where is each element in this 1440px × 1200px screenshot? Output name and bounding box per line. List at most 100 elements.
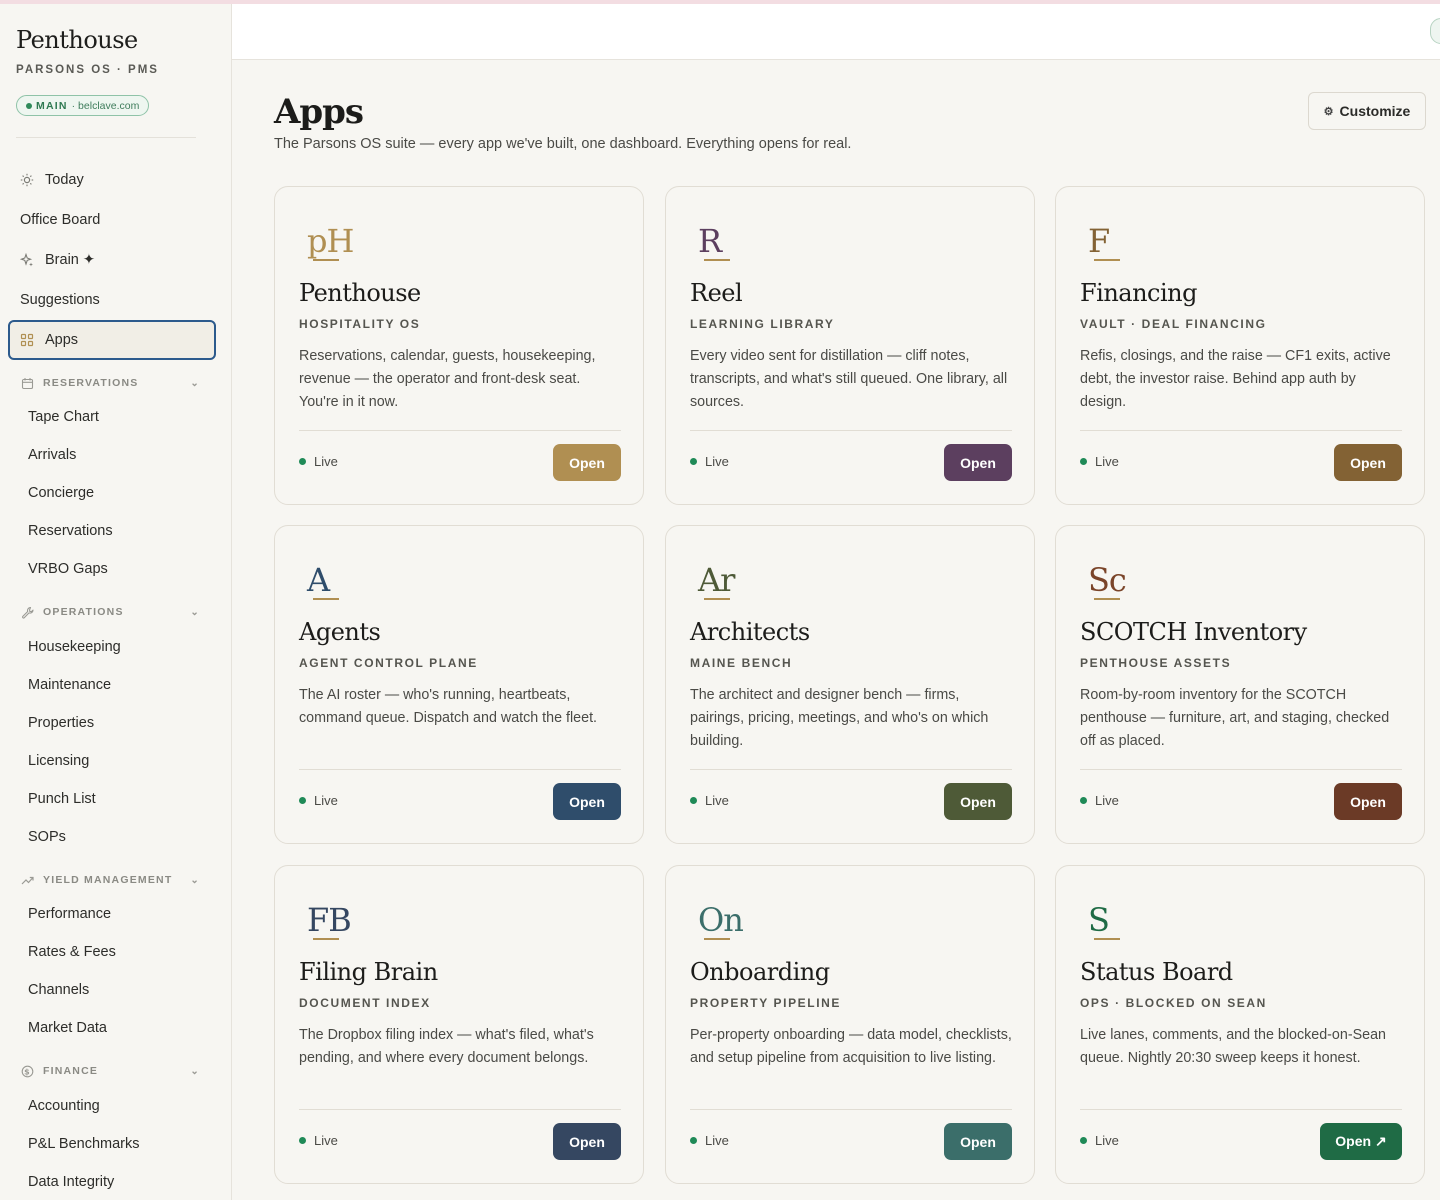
app-card[interactable]: S Status Board OPS · BLOCKED ON SEAN Live l… bbox=[1055, 865, 1425, 1184]
sidebar-item-brain[interactable]: Brain ✦ bbox=[8, 242, 216, 278]
section-title: OPERATIONS bbox=[43, 606, 124, 618]
live-dot-icon bbox=[1080, 797, 1087, 804]
status-label: Live bbox=[314, 454, 338, 469]
app-kicker: VAULT · DEAL FINANCING bbox=[1080, 317, 1267, 331]
sidebar-item-vrbo-gaps[interactable]: VRBO Gaps bbox=[28, 558, 108, 580]
sidebar-item-arrivals[interactable]: Arrivals bbox=[28, 444, 76, 466]
monogram-underline bbox=[313, 938, 339, 940]
status-badge: Live bbox=[690, 793, 729, 808]
status-label: Live bbox=[705, 1133, 729, 1148]
sidebar-item-pl-benchmarks[interactable]: P&L Benchmarks bbox=[28, 1133, 139, 1155]
status-label: Live bbox=[705, 793, 729, 808]
open-app-button[interactable]: Open bbox=[944, 1123, 1012, 1160]
app-card[interactable]: Ar Architects MAINE BENCH The architect and… bbox=[665, 525, 1035, 844]
sidebar-item-office-board[interactable]: Office Board bbox=[8, 202, 216, 238]
svg-text:$: $ bbox=[24, 1067, 31, 1076]
chevron-down-icon: ⌄ bbox=[190, 377, 200, 389]
open-app-button[interactable]: Open bbox=[553, 1123, 621, 1160]
status-label: Live bbox=[1095, 454, 1119, 469]
sidebar-item-licensing[interactable]: Licensing bbox=[28, 750, 89, 772]
sidebar-item-reservations[interactable]: Reservations bbox=[28, 520, 113, 542]
monogram-underline bbox=[313, 259, 339, 261]
sidebar-item-data-integrity[interactable]: Data Integrity bbox=[28, 1171, 114, 1193]
card-divider bbox=[299, 1109, 621, 1110]
app-card[interactable]: On Onboarding PROPERTY PIPELINE Per-propert… bbox=[665, 865, 1035, 1184]
app-title: Penthouse bbox=[299, 279, 421, 307]
monogram-underline bbox=[1094, 598, 1120, 600]
sidebar-item-tape-chart[interactable]: Tape Chart bbox=[28, 406, 99, 428]
app-card[interactable]: Sc SCOTCH Inventory PENTHOUSE ASSETS Room-b… bbox=[1055, 525, 1425, 844]
customize-button[interactable]: ⚙ Customize bbox=[1308, 92, 1426, 130]
sidebar-item-housekeeping[interactable]: Housekeeping bbox=[28, 636, 121, 658]
sidebar-item-sops[interactable]: SOPs bbox=[28, 826, 66, 848]
chevron-down-icon: ⌄ bbox=[190, 606, 200, 618]
app-kicker: HOSPITALITY OS bbox=[299, 317, 421, 331]
main-content: Apps The Parsons OS suite — every app we… bbox=[232, 60, 1440, 1200]
open-app-button[interactable]: Open bbox=[553, 783, 621, 820]
app-monogram-logo: F bbox=[1088, 222, 1110, 260]
app-card[interactable]: pH Penthouse HOSPITALITY OS Reservations, c… bbox=[274, 186, 644, 505]
sidebar-item-performance[interactable]: Performance bbox=[28, 903, 111, 925]
app-card[interactable]: FB Filing Brain DOCUMENT INDEX The Dropbox … bbox=[274, 865, 644, 1184]
sidebar-item-suggestions[interactable]: Suggestions bbox=[8, 282, 216, 318]
sidebar-item-label: Suggestions bbox=[20, 292, 100, 308]
app-card[interactable]: F Financing VAULT · DEAL FINANCING Refis, c… bbox=[1055, 186, 1425, 505]
monogram-underline bbox=[704, 259, 730, 261]
sidebar-item-label: Today bbox=[45, 172, 84, 188]
open-app-button[interactable]: Open ↗ bbox=[1320, 1123, 1402, 1160]
section-title: FINANCE bbox=[43, 1065, 99, 1077]
app-title: Financing bbox=[1080, 279, 1198, 307]
sidebar-item-today[interactable]: Today bbox=[8, 162, 216, 198]
live-dot-icon bbox=[1080, 458, 1087, 465]
app-card[interactable]: R Reel LEARNING LIBRARY Every video sent fo… bbox=[665, 186, 1035, 505]
monogram-underline bbox=[704, 598, 730, 600]
environment-badge[interactable]: MAIN · belclave.com bbox=[16, 95, 150, 116]
open-app-button[interactable]: Open bbox=[1334, 444, 1402, 481]
app-title: Filing Brain bbox=[299, 958, 438, 986]
app-title: SCOTCH Inventory bbox=[1080, 618, 1307, 646]
sidebar-item-accounting[interactable]: Accounting bbox=[28, 1095, 100, 1117]
app-title: Reel bbox=[690, 279, 743, 307]
monogram-underline bbox=[704, 938, 730, 940]
sidebar-item-punch-list[interactable]: Punch List bbox=[28, 788, 96, 810]
app-kicker: PENTHOUSE ASSETS bbox=[1080, 656, 1232, 670]
open-app-button[interactable]: Open bbox=[1334, 783, 1402, 820]
status-badge: Live bbox=[299, 793, 338, 808]
app-kicker: AGENT CONTROL PLANE bbox=[299, 656, 478, 670]
status-badge: Live bbox=[690, 1133, 729, 1148]
open-app-button[interactable]: Open bbox=[553, 444, 621, 481]
app-title: Onboarding bbox=[690, 958, 830, 986]
app-monogram-logo: A bbox=[307, 561, 330, 599]
status-label: Live bbox=[314, 793, 338, 808]
sidebar-item-rates-fees[interactable]: Rates & Fees bbox=[28, 941, 116, 963]
live-dot-icon bbox=[299, 1137, 306, 1144]
sidebar-item-properties[interactable]: Properties bbox=[28, 712, 94, 734]
app-kicker: LEARNING LIBRARY bbox=[690, 317, 835, 331]
sidebar-item-concierge[interactable]: Concierge bbox=[28, 482, 94, 504]
open-app-button[interactable]: Open bbox=[944, 444, 1012, 481]
section-reservations[interactable]: RESERVATIONS ⌄ bbox=[20, 373, 204, 393]
sidebar-item-apps[interactable]: Apps bbox=[8, 320, 216, 360]
sidebar-divider bbox=[16, 137, 196, 138]
status-label: Live bbox=[1095, 793, 1119, 808]
section-yield-management[interactable]: YIELD MANAGEMENT ⌄ bbox=[20, 870, 204, 890]
status-badge: Live bbox=[690, 454, 729, 469]
customize-label: Customize bbox=[1339, 103, 1411, 119]
app-description: The Dropbox filing index — what's filed,… bbox=[299, 1027, 594, 1066]
app-card[interactable]: A Agents AGENT CONTROL PLANE The AI roster … bbox=[274, 525, 644, 844]
top-bar bbox=[232, 4, 1440, 60]
sidebar-item-market-data[interactable]: Market Data bbox=[28, 1017, 107, 1039]
avatar[interactable] bbox=[1430, 18, 1440, 44]
open-app-button[interactable]: Open bbox=[944, 783, 1012, 820]
sidebar-item-channels[interactable]: Channels bbox=[28, 979, 89, 1001]
sidebar-item-maintenance[interactable]: Maintenance bbox=[28, 674, 111, 696]
app-monogram-logo: pH bbox=[307, 222, 354, 260]
section-finance[interactable]: $ FINANCE ⌄ bbox=[20, 1061, 204, 1081]
live-dot-icon bbox=[690, 458, 697, 465]
section-operations[interactable]: OPERATIONS ⌄ bbox=[20, 602, 204, 622]
dollar-icon: $ bbox=[20, 1064, 34, 1078]
app-kicker: MAINE BENCH bbox=[690, 656, 793, 670]
app-description: Every video sent for distillation — clif… bbox=[690, 348, 1008, 410]
app-description: The architect and designer bench — firms… bbox=[690, 687, 989, 749]
brand-subtitle: PARSONS OS · PMS bbox=[16, 64, 159, 76]
